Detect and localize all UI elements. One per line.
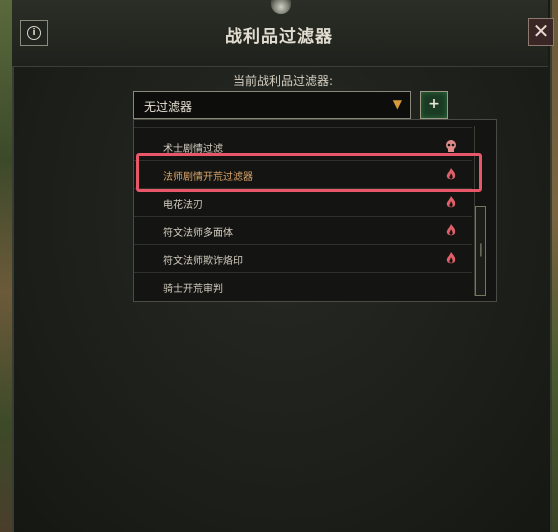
list-item-label: 骑士开荒审判 — [163, 284, 223, 295]
skull-icon — [446, 140, 456, 152]
list-item[interactable]: 骑士开荒审判 — [134, 273, 472, 301]
panel-title: 战利品过滤器 — [225, 27, 333, 47]
list-item[interactable]: 电花法刃 — [134, 189, 472, 217]
filter-list[interactable]: 术士剧情过滤 法师剧情开荒过滤器 电花法刃 符文法师多面体 符文法师欺诈烙印 骑… — [133, 119, 497, 302]
list-item[interactable]: 符文法师多面体 — [134, 217, 472, 245]
list-item[interactable]: 符文法师欺诈烙印 — [134, 245, 472, 273]
flame-icon — [446, 252, 456, 264]
list-item-label: 电花法刃 — [163, 200, 203, 211]
current-filter-label: 当前战利品过滤器: — [232, 74, 334, 88]
flame-icon — [446, 196, 456, 208]
close-icon: ✕ — [532, 19, 550, 43]
grip-icon: ┃ ┃ — [479, 244, 483, 257]
add-filter-button[interactable]: + — [420, 91, 448, 119]
chevron-down-icon: ▼ — [392, 97, 402, 111]
plus-icon: + — [428, 96, 440, 112]
dropdown-selected-value: 无过滤器 — [144, 100, 193, 114]
info-button[interactable]: i — [20, 20, 48, 46]
list-item-partial — [134, 120, 472, 128]
scrollbar-thumb[interactable]: ┃ ┃ — [475, 206, 486, 296]
info-icon: i — [27, 26, 41, 40]
list-item-label: 符文法师多面体 — [163, 228, 233, 239]
flame-icon — [446, 224, 456, 236]
selection-highlight — [136, 153, 482, 192]
filter-dropdown[interactable]: 无过滤器 ▼ — [133, 91, 411, 119]
list-item-label: 符文法师欺诈烙印 — [163, 256, 243, 267]
close-button[interactable]: ✕ — [528, 18, 554, 46]
